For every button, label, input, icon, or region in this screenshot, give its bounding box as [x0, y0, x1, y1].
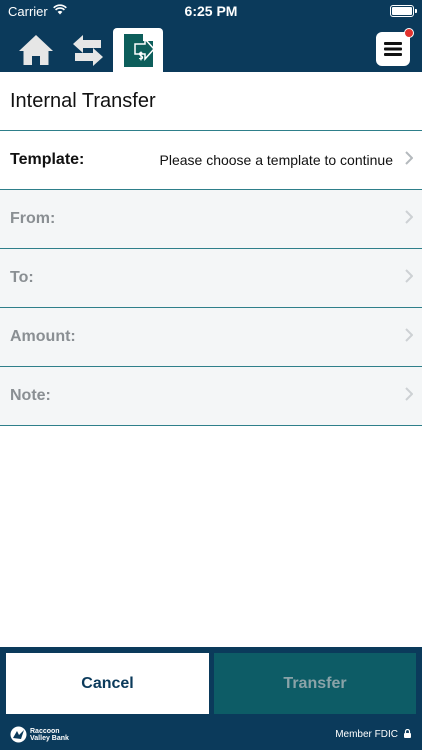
fdic-label: Member FDIC [335, 729, 398, 740]
hamburger-menu-icon [384, 42, 402, 56]
template-row[interactable]: Template: Please choose a template to co… [0, 131, 422, 190]
chevron-right-icon [405, 151, 413, 165]
transfers-button[interactable] [64, 28, 112, 72]
nav-bar [0, 22, 422, 72]
note-row[interactable]: Note: [0, 367, 422, 426]
action-bar: Cancel Transfer [0, 647, 422, 720]
template-label: Template: [10, 151, 85, 168]
transfer-form: Template: Please choose a template to co… [0, 130, 422, 426]
page-title: Internal Transfer [10, 90, 156, 112]
home-button[interactable] [12, 28, 60, 72]
raccoon-logo-icon [10, 726, 27, 743]
from-row[interactable]: From: [0, 190, 422, 249]
bank-name: Raccoon Valley Bank [30, 728, 69, 742]
lock-icon [404, 729, 411, 738]
chevron-right-icon [405, 328, 413, 342]
chevron-right-icon [405, 387, 413, 401]
battery-icon [390, 5, 417, 17]
money-transfer-icon [124, 34, 155, 67]
bank-name-line2: Valley Bank [30, 734, 69, 742]
note-label: Note: [10, 387, 51, 404]
menu-button[interactable] [376, 28, 414, 66]
footer: Raccoon Valley Bank Member FDIC [0, 720, 422, 750]
clock: 6:25 PM [184, 3, 238, 19]
template-value: Please choose a template to continue [159, 152, 394, 168]
to-row[interactable]: To: [0, 249, 422, 308]
chevron-right-icon [405, 210, 413, 224]
money-transfer-tab[interactable] [113, 28, 163, 72]
home-icon [19, 35, 53, 65]
amount-label: Amount: [10, 328, 76, 345]
to-label: To: [10, 269, 34, 286]
bank-logo: Raccoon Valley Bank [10, 726, 69, 743]
from-label: From: [10, 210, 56, 227]
bank-name-line1: Raccoon [30, 727, 60, 735]
transfer-button[interactable]: Transfer [214, 653, 416, 714]
notification-dot [404, 28, 414, 38]
chevron-right-icon [405, 269, 413, 283]
status-bar: Carrier 6:25 PM [0, 0, 422, 22]
amount-row[interactable]: Amount: [0, 308, 422, 367]
transfer-arrows-icon [73, 35, 103, 66]
cancel-button[interactable]: Cancel [6, 653, 209, 714]
